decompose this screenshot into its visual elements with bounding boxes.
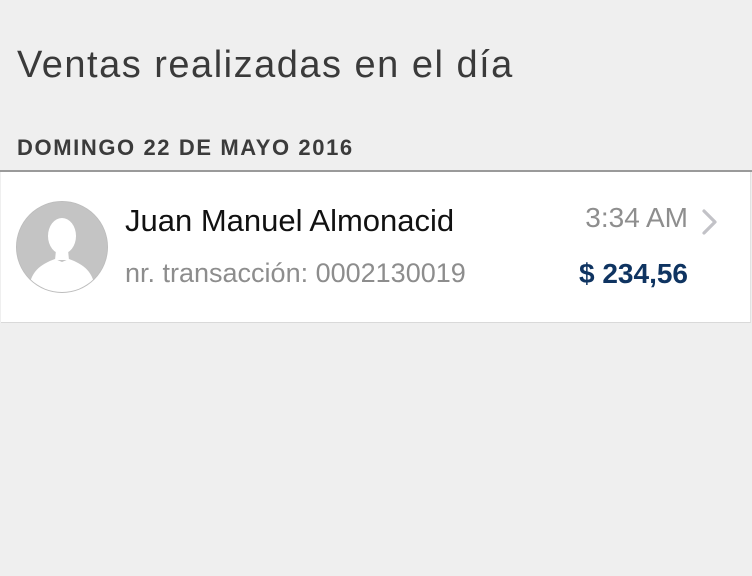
sale-list-item[interactable]: Juan Manuel Almonacid nr. transacción: 0… <box>1 172 751 323</box>
sale-time: 3:34 AM <box>585 202 688 233</box>
chevron-right-icon[interactable] <box>700 208 720 236</box>
page-title: Ventas realizadas en el día <box>17 44 514 86</box>
sales-of-the-day-screen: Ventas realizadas en el día DOMINGO 22 D… <box>0 0 752 576</box>
date-section-header: DOMINGO 22 DE MAYO 2016 <box>17 135 354 160</box>
sale-amount: $ 234,56 <box>579 258 688 289</box>
person-placeholder-icon <box>16 201 108 293</box>
customer-name: Juan Manuel Almonacid <box>125 203 455 238</box>
transaction-number: nr. transacción: 0002130019 <box>125 258 466 288</box>
